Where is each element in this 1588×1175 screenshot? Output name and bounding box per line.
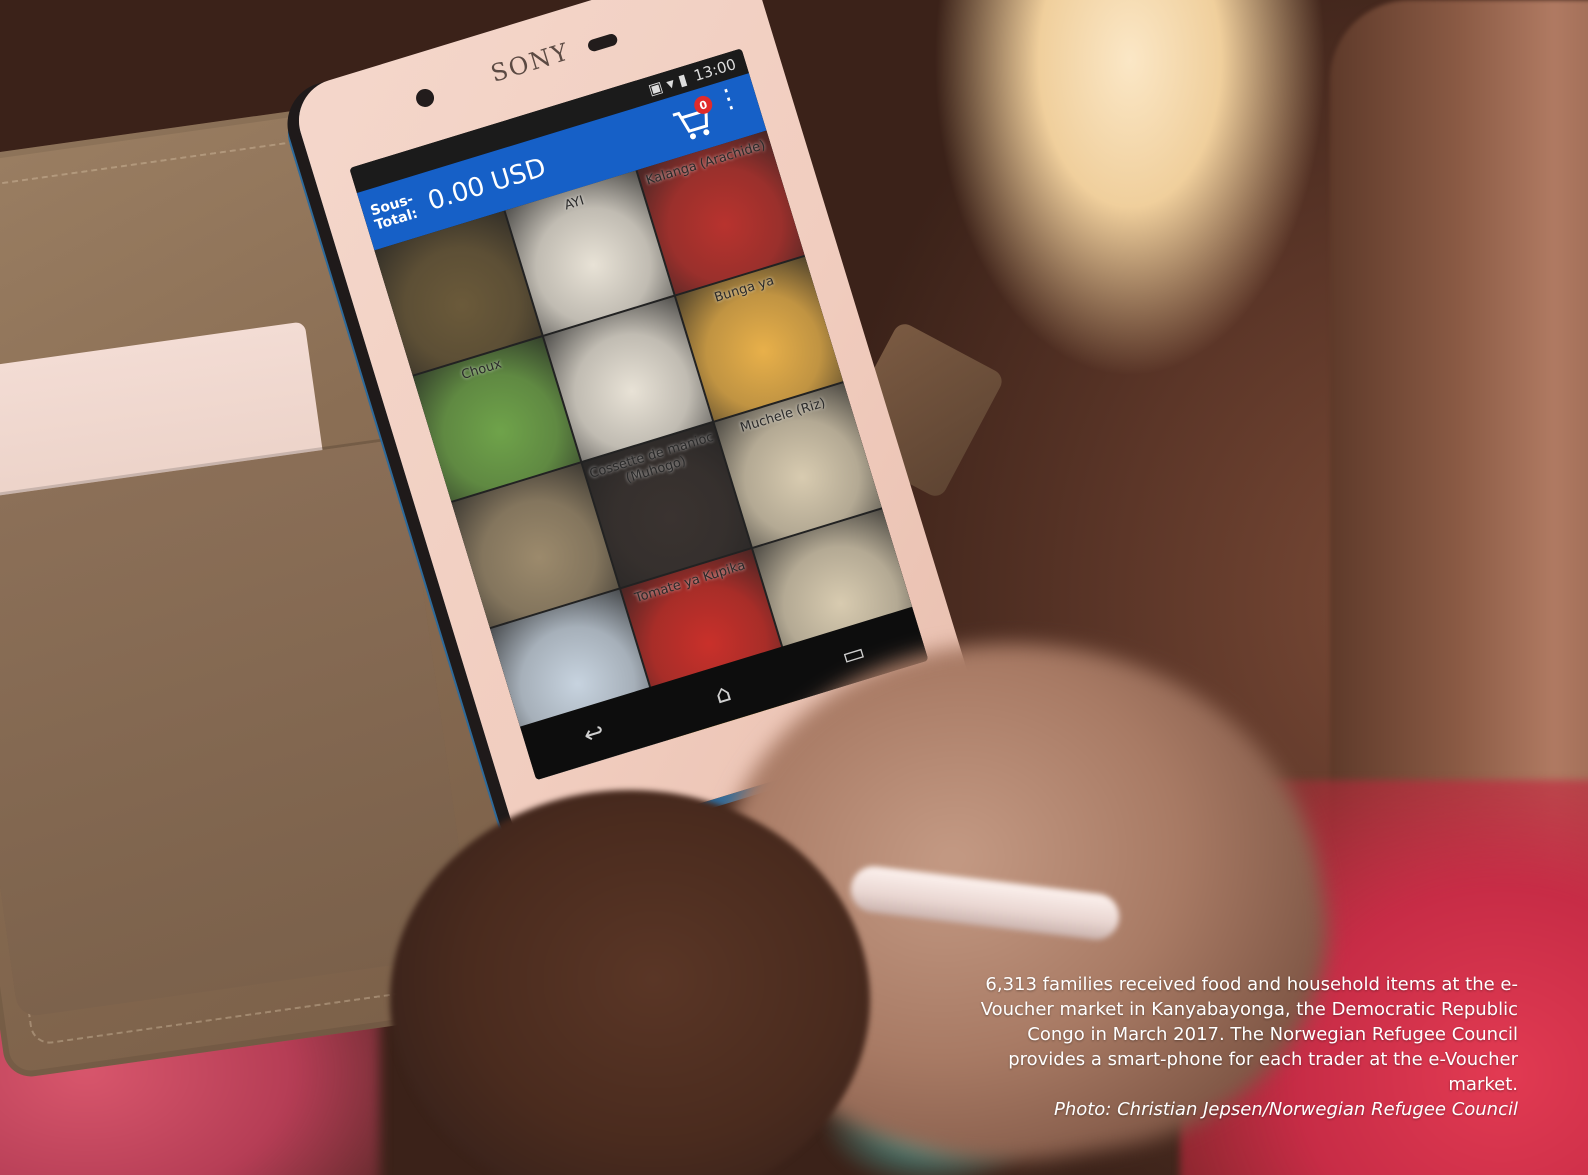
photo-credit: Photo: Christian Jepsen/Norwegian Refuge… bbox=[1053, 1099, 1518, 1120]
subtotal-label: Sous-Total: bbox=[368, 191, 420, 234]
photo-caption: 6,313 families received food and househo… bbox=[978, 972, 1518, 1122]
recents-icon[interactable]: ▭ bbox=[838, 637, 868, 670]
caption-text: 6,313 families received food and househo… bbox=[980, 974, 1518, 1095]
overflow-menu-icon[interactable]: ⋮ bbox=[712, 81, 746, 117]
cart-button[interactable]: 0 bbox=[668, 93, 718, 147]
back-icon[interactable]: ↩ bbox=[580, 717, 607, 750]
photo-scene: SONY ▣ ▾ ▮ 13:00 Sous-Total: 0.00 USD 0 … bbox=[0, 0, 1588, 1175]
home-icon[interactable]: ⌂ bbox=[712, 678, 735, 709]
